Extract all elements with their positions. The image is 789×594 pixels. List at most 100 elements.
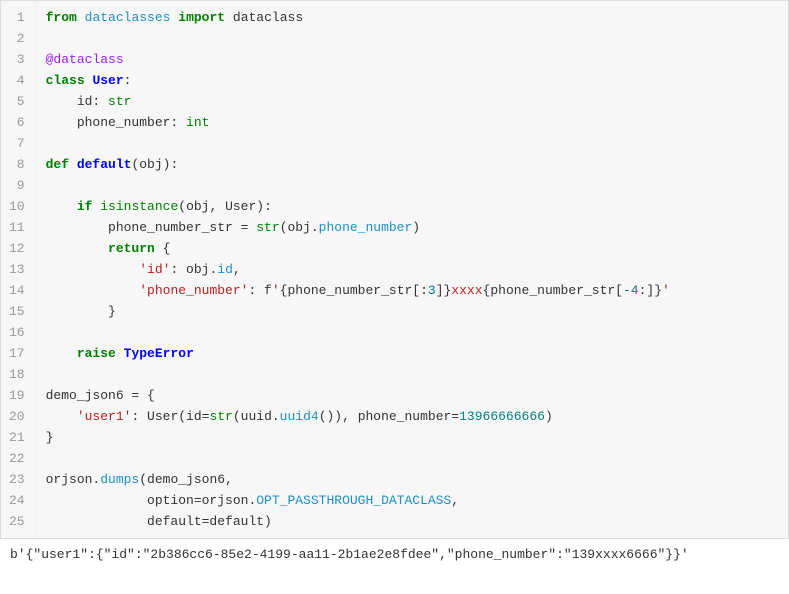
code-token: [46, 346, 77, 361]
code-token: [46, 262, 140, 277]
code-token: import: [178, 10, 225, 25]
code-token: [46, 409, 77, 424]
code-token: def: [46, 157, 69, 172]
code-token: 'id': [139, 262, 170, 277]
code-token: : User(id=: [131, 409, 209, 424]
line-number: 16: [9, 322, 25, 343]
code-line[interactable]: demo_json6 = {: [46, 385, 778, 406]
code-token: 3: [428, 283, 436, 298]
code-line[interactable]: [46, 322, 778, 343]
code-token: raise: [77, 346, 116, 361]
code-line[interactable]: def default(obj):: [46, 154, 778, 175]
code-token: dumps: [100, 472, 139, 487]
code-token: :]}: [639, 283, 662, 298]
code-token: ,: [451, 493, 459, 508]
code-token: [225, 10, 233, 25]
code-token: ]}: [436, 283, 452, 298]
code-token: str: [108, 94, 131, 109]
code-token: (demo_json6,: [139, 472, 233, 487]
code-line[interactable]: if isinstance(obj, User):: [46, 196, 778, 217]
code-token: orjson.: [46, 472, 101, 487]
code-token: [116, 346, 124, 361]
code-token: (obj, User):: [178, 199, 272, 214]
code-line[interactable]: [46, 364, 778, 385]
code-line[interactable]: 'phone_number': f'{phone_number_str[:3]}…: [46, 280, 778, 301]
code-token: {: [155, 241, 171, 256]
code-line[interactable]: default=default): [46, 511, 778, 532]
code-token: (obj.: [280, 220, 319, 235]
code-token: if: [77, 199, 93, 214]
line-number: 7: [9, 133, 25, 154]
code-line[interactable]: orjson.dumps(demo_json6,: [46, 469, 778, 490]
code-line[interactable]: }: [46, 301, 778, 322]
code-token: [77, 10, 85, 25]
code-token: int: [186, 115, 209, 130]
code-token: :: [124, 73, 132, 88]
code-token: xxxx: [451, 283, 482, 298]
code-block: 1234567891011121314151617181920212223242…: [0, 0, 789, 539]
code-area[interactable]: from dataclasses import dataclass @datac…: [36, 1, 788, 538]
code-line[interactable]: 'id': obj.id,: [46, 259, 778, 280]
line-number: 12: [9, 238, 25, 259]
line-number: 20: [9, 406, 25, 427]
code-token: from: [46, 10, 77, 25]
code-token: default: [77, 157, 132, 172]
code-line[interactable]: [46, 28, 778, 49]
code-line[interactable]: class User:: [46, 70, 778, 91]
line-number: 21: [9, 427, 25, 448]
code-token: [46, 283, 140, 298]
code-token: id:: [46, 94, 108, 109]
code-token: (uuid.: [233, 409, 280, 424]
code-token: : f: [248, 283, 271, 298]
code-token: phone_number_str =: [46, 220, 257, 235]
code-line[interactable]: id: str: [46, 91, 778, 112]
code-line[interactable]: 'user1': User(id=str(uuid.uuid4()), phon…: [46, 406, 778, 427]
line-number: 1: [9, 7, 25, 28]
line-number: 15: [9, 301, 25, 322]
code-token: 13966666666: [459, 409, 545, 424]
code-token: ): [412, 220, 420, 235]
code-token: [46, 199, 77, 214]
code-token: }: [46, 304, 116, 319]
code-token: str: [209, 409, 232, 424]
line-number: 23: [9, 469, 25, 490]
code-line[interactable]: phone_number: int: [46, 112, 778, 133]
line-number: 24: [9, 490, 25, 511]
code-token: {phone_number_str[:: [280, 283, 428, 298]
code-token: (obj):: [131, 157, 178, 172]
code-token: phone_number:: [46, 115, 186, 130]
code-token: ': [272, 283, 280, 298]
code-token: dataclasses: [85, 10, 171, 25]
code-line[interactable]: from dataclasses import dataclass: [46, 7, 778, 28]
code-token: 'phone_number': [139, 283, 248, 298]
code-line[interactable]: option=orjson.OPT_PASSTHROUGH_DATACLASS,: [46, 490, 778, 511]
code-line[interactable]: @dataclass: [46, 49, 778, 70]
line-number: 8: [9, 154, 25, 175]
code-line[interactable]: [46, 133, 778, 154]
line-number: 9: [9, 175, 25, 196]
line-number: 13: [9, 259, 25, 280]
code-token: -4: [623, 283, 639, 298]
line-number: 11: [9, 217, 25, 238]
code-token: class: [46, 73, 85, 88]
code-line[interactable]: raise TypeError: [46, 343, 778, 364]
code-token: OPT_PASSTHROUGH_DATACLASS: [256, 493, 451, 508]
output-block: b'{"user1":{"id":"2b386cc6-85e2-4199-aa1…: [0, 539, 789, 570]
code-token: [69, 157, 77, 172]
code-token: isinstance: [100, 199, 178, 214]
code-line[interactable]: return {: [46, 238, 778, 259]
line-number: 25: [9, 511, 25, 532]
line-number-gutter: 1234567891011121314151617181920212223242…: [1, 1, 36, 538]
line-number: 18: [9, 364, 25, 385]
code-line[interactable]: }: [46, 427, 778, 448]
line-number: 5: [9, 91, 25, 112]
code-token: : obj.: [170, 262, 217, 277]
code-token: User: [92, 73, 123, 88]
code-line[interactable]: phone_number_str = str(obj.phone_number): [46, 217, 778, 238]
code-token: 'user1': [77, 409, 132, 424]
line-number: 22: [9, 448, 25, 469]
code-line[interactable]: [46, 175, 778, 196]
code-line[interactable]: [46, 448, 778, 469]
line-number: 19: [9, 385, 25, 406]
code-token: uuid4: [280, 409, 319, 424]
